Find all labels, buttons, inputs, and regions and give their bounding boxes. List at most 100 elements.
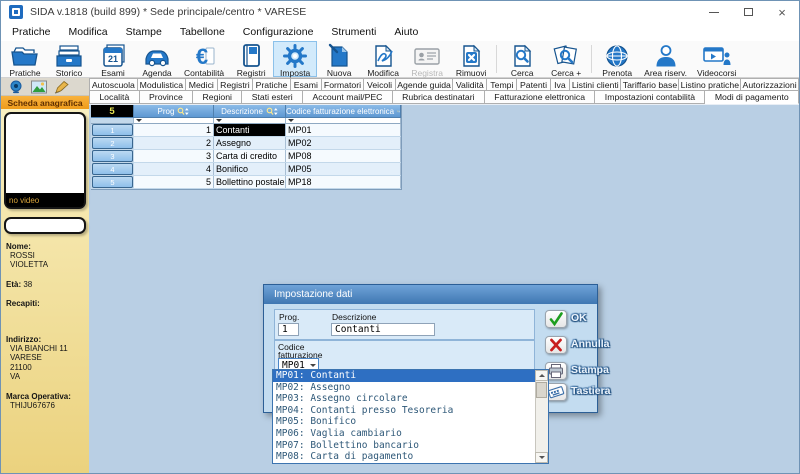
menu-pratiche[interactable]: Pratiche: [3, 26, 60, 38]
tab-account-mail-pec[interactable]: Account mail/PEC: [303, 91, 393, 104]
dropdown-option[interactable]: MP06: Vaglia cambiario: [273, 428, 535, 440]
toolbar-agenda-button[interactable]: Agenda: [135, 41, 179, 77]
row-header[interactable]: 2: [92, 137, 133, 149]
menu-modifica[interactable]: Modifica: [60, 26, 117, 38]
dropdown-option[interactable]: MP05: Bonifico: [273, 416, 535, 428]
toolbar-cerca-plus-button[interactable]: Cerca +: [544, 41, 588, 77]
tab-fatturazione-elettronica[interactable]: Fatturazione elettronica: [485, 91, 596, 104]
toolbar-pratiche-button[interactable]: Pratiche: [3, 41, 47, 77]
row-header[interactable]: 5: [92, 176, 133, 188]
dropdown-option[interactable]: MP07: Bollettino bancario: [273, 440, 535, 452]
cell-codice[interactable]: MP08: [286, 150, 401, 162]
cell-codice[interactable]: MP02: [286, 137, 401, 149]
toolbar-nuova-button[interactable]: Nuova: [317, 41, 361, 77]
tab-impostazioni-contabilita[interactable]: Impostazioni contabilità: [595, 91, 705, 104]
dropdown-option[interactable]: MP08: Carta di pagamento: [273, 451, 535, 463]
tab-stati-esteri[interactable]: Stati esteri: [242, 91, 303, 104]
tab-veicoli[interactable]: Veicoli: [364, 78, 396, 91]
cell-descrizione[interactable]: Bonifico: [214, 163, 286, 175]
toolbar-cerca-button[interactable]: Cerca: [500, 41, 544, 77]
toolbar-registri-button[interactable]: Registri: [229, 41, 273, 77]
tab-pratiche[interactable]: Pratiche: [253, 78, 291, 91]
tab-rubrica-destinatari[interactable]: Rubrica destinatari: [393, 91, 485, 104]
cell-codice[interactable]: MP18: [286, 176, 401, 188]
tab-tariffario-base[interactable]: Tariffario base: [621, 78, 679, 91]
scrollbar-thumb[interactable]: [536, 382, 547, 398]
filter-cell[interactable]: [214, 118, 286, 124]
cell-prog[interactable]: 4: [134, 163, 214, 175]
maximize-button[interactable]: [731, 1, 765, 23]
annulla-button[interactable]: [545, 336, 567, 354]
toolbar-modifica-button[interactable]: Modifica: [361, 41, 405, 77]
column-header-codice[interactable]: Codice fatturazione elettronica: [286, 105, 401, 118]
dropdown-option[interactable]: MP02: Assegno: [273, 382, 535, 394]
row-header[interactable]: 1: [92, 124, 133, 136]
toolbar-area-riservata-button[interactable]: Area riserv.: [639, 41, 692, 77]
dropdown-option-selected[interactable]: MP01: Contanti: [273, 370, 535, 382]
tab-validita[interactable]: Validità: [453, 78, 487, 91]
row-header[interactable]: 4: [92, 163, 133, 175]
toolbar-prenota-button[interactable]: Prenota: [595, 41, 639, 77]
toolbar-imposta-button[interactable]: Imposta: [273, 41, 317, 77]
cell-descrizione[interactable]: Bollettino postale: [214, 176, 286, 188]
menu-configurazione[interactable]: Configurazione: [234, 26, 323, 38]
tab-tempi[interactable]: Tempi: [487, 78, 517, 91]
tab-listini-clienti[interactable]: Listini clienti: [570, 78, 621, 91]
signature-pen-icon[interactable]: [54, 80, 70, 94]
tab-agende-guida[interactable]: Agende guida: [396, 78, 453, 91]
cell-prog[interactable]: 3: [134, 150, 214, 162]
toolbar-videocorsi-button[interactable]: Videocorsi: [692, 41, 742, 77]
cell-descrizione-selected[interactable]: Contanti: [214, 124, 286, 136]
cell-prog[interactable]: 1: [134, 124, 214, 136]
cell-codice[interactable]: MP05: [286, 163, 401, 175]
indirizzo-line: VA: [6, 372, 86, 381]
tab-registri[interactable]: Registri: [218, 78, 254, 91]
prog-input[interactable]: 1: [278, 323, 299, 336]
tab-formatori[interactable]: Formatori: [322, 78, 365, 91]
tab-autorizzazioni[interactable]: Autorizzazioni: [741, 78, 799, 91]
photo-icon[interactable]: [31, 80, 47, 94]
dropdown-option[interactable]: MP04: Contanti presso Tesoreria: [273, 405, 535, 417]
menu-aiuto[interactable]: Aiuto: [385, 26, 427, 38]
toolbar-contabilita-button[interactable]: € Contabilità: [179, 41, 229, 77]
tab-province[interactable]: Province: [140, 91, 194, 104]
dropdown-option[interactable]: MP03: Assegno circolare: [273, 393, 535, 405]
tab-patenti[interactable]: Patenti: [517, 78, 550, 91]
cell-codice[interactable]: MP01: [286, 124, 401, 136]
tab-listino-pratiche[interactable]: Listino pratiche: [679, 78, 741, 91]
close-button[interactable]: ×: [765, 1, 799, 23]
filter-cell[interactable]: [286, 118, 401, 124]
cell-prog[interactable]: 2: [134, 137, 214, 149]
cell-descrizione[interactable]: Assegno: [214, 137, 286, 149]
menu-stampe[interactable]: Stampe: [117, 26, 171, 38]
cell-prog[interactable]: 5: [134, 176, 214, 188]
tab-modi-di-pagamento[interactable]: Modi di pagamento: [705, 91, 799, 104]
scroll-down-icon[interactable]: [535, 452, 548, 463]
descrizione-input[interactable]: Contanti: [331, 323, 435, 336]
menu-strumenti[interactable]: Strumenti: [322, 26, 385, 38]
tab-modulistica[interactable]: Modulistica: [138, 78, 186, 91]
toolbar-rimuovi-button[interactable]: Rimuovi: [449, 41, 493, 77]
filter-cell[interactable]: [134, 118, 214, 124]
tab-medici[interactable]: Medici: [186, 78, 218, 91]
dropdown-scrollbar[interactable]: [535, 370, 548, 463]
tab-regioni[interactable]: Regioni: [193, 91, 242, 104]
recapiti-label: Recapiti:: [6, 299, 86, 308]
minimize-button[interactable]: [697, 1, 731, 23]
tab-iva[interactable]: Iva: [551, 78, 570, 91]
row-header[interactable]: 3: [92, 150, 133, 162]
webcam-icon[interactable]: [8, 80, 24, 94]
menu-tabellone[interactable]: Tabellone: [171, 26, 234, 38]
column-header-descrizione[interactable]: Descrizione: [214, 105, 286, 118]
tab-autoscuola[interactable]: Autoscuola: [89, 78, 138, 91]
toolbar-esami-button[interactable]: 21 Esami: [91, 41, 135, 77]
toolbar-separator: [496, 45, 497, 73]
scroll-up-icon[interactable]: [535, 370, 548, 381]
cell-descrizione[interactable]: Carta di credito: [214, 150, 286, 162]
toolbar-storico-button[interactable]: Storico: [47, 41, 91, 77]
column-header-prog[interactable]: Prog: [134, 105, 214, 118]
ok-button[interactable]: [545, 310, 567, 328]
tab-esami[interactable]: Esami: [291, 78, 322, 91]
tab-localita[interactable]: Località: [89, 91, 140, 104]
dialog-title-bar[interactable]: Impostazione dati: [264, 285, 597, 304]
